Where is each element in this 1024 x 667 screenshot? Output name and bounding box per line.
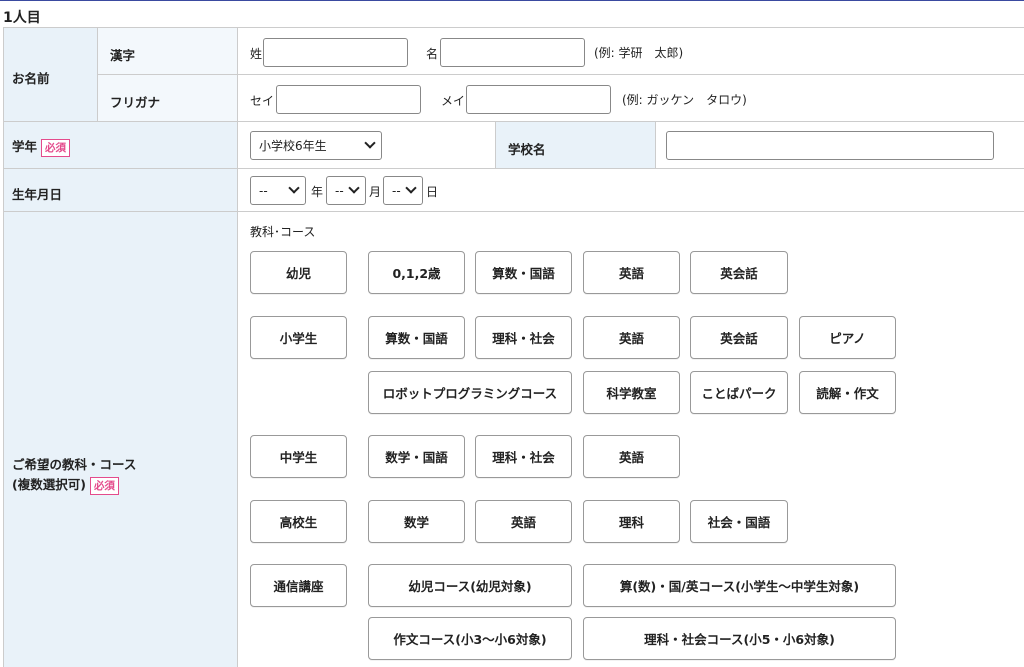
sei-kana-label: セイ	[250, 94, 275, 108]
mei-kana-input[interactable]	[466, 85, 611, 114]
birth-year-select[interactable]: --	[250, 176, 306, 205]
course-button[interactable]: ことばパーク	[690, 371, 788, 414]
course-button[interactable]: 英会話	[690, 251, 788, 294]
course-button[interactable]: 作文コース(小3～小6対象)	[368, 617, 572, 660]
grade-select[interactable]: 小学校6年生	[250, 131, 382, 160]
courses-label: ご希望の教科・コース	[12, 457, 137, 472]
mei-input[interactable]	[440, 38, 585, 67]
grade-selected-value: 小学校6年生	[259, 139, 327, 153]
courses-caption: 教科･コース	[250, 225, 316, 239]
name-label-cell: お名前	[4, 28, 98, 122]
course-button[interactable]: 社会・国語	[690, 500, 788, 543]
course-button[interactable]: 算数・国語	[475, 251, 572, 294]
courses-sublabel: (複数選択可)	[12, 477, 86, 492]
section-title: 1人目	[3, 10, 41, 26]
group-button-high-school[interactable]: 高校生	[250, 500, 347, 543]
course-button[interactable]: 英会話	[690, 316, 788, 359]
group-button-kindergarten[interactable]: 幼児	[250, 251, 347, 294]
birth-day-select[interactable]: --	[383, 176, 423, 205]
grade-required-badge: 必須	[41, 138, 71, 157]
birth-year-value: --	[259, 183, 268, 198]
school-value-cell	[656, 122, 1024, 169]
birth-month-value: --	[335, 183, 344, 198]
group-button-elementary[interactable]: 小学生	[250, 316, 347, 359]
furigana-label-cell: フリガナ	[98, 75, 238, 122]
grade-label-wrap: 学年 必須	[12, 136, 71, 157]
mei-kana-label: メイ	[441, 94, 466, 108]
course-button[interactable]: 算(数)・国/英コース(小学生～中学生対象)	[583, 564, 896, 607]
grade-label: 学年	[12, 139, 38, 154]
course-button[interactable]: 理科・社会	[475, 316, 572, 359]
courses-required-badge: 必須	[89, 476, 119, 495]
courses-value-cell: 教科･コース 幼児 0,1,2歳 算数・国語 英語 英会話 小学生 算数・国語 …	[238, 212, 1024, 667]
course-button[interactable]: 科学教室	[583, 371, 680, 414]
kana-example: (例: ガッケン タロウ)	[622, 93, 747, 107]
courses-label-cell: ご希望の教科・コース (複数選択可) 必須	[4, 212, 238, 667]
chevron-down-icon	[288, 182, 300, 194]
birth-label-cell: 生年月日	[4, 169, 238, 212]
name-label: お名前	[12, 71, 50, 86]
sei-kana-input[interactable]	[276, 85, 421, 114]
course-button[interactable]: 読解・作文	[799, 371, 896, 414]
school-label: 学校名	[508, 142, 546, 157]
course-button[interactable]: 英語	[583, 435, 680, 478]
birth-value-cell: -- 年 -- 月 -- 日	[238, 169, 1024, 212]
course-button[interactable]: 0,1,2歳	[368, 251, 465, 294]
mei-label: 名	[426, 47, 439, 61]
course-button[interactable]: 幼児コース(幼児対象)	[368, 564, 572, 607]
furigana-label: フリガナ	[110, 95, 161, 110]
course-button[interactable]: 数学	[368, 500, 465, 543]
school-input[interactable]	[666, 131, 994, 160]
course-button[interactable]: 英語	[583, 316, 680, 359]
chevron-down-icon	[348, 182, 360, 194]
birth-day-value: --	[392, 183, 401, 198]
month-unit: 月	[369, 185, 382, 199]
kanji-example: (例: 学研 太郎)	[594, 46, 684, 60]
chevron-down-icon	[405, 182, 417, 194]
furigana-value-cell: セイ メイ (例: ガッケン タロウ)	[238, 75, 1024, 122]
course-button[interactable]: 数学・国語	[368, 435, 465, 478]
grade-value-cell: 小学校6年生	[238, 122, 496, 169]
birth-month-select[interactable]: --	[326, 176, 366, 205]
course-button[interactable]: 算数・国語	[368, 316, 465, 359]
course-button[interactable]: ロボットプログラミングコース	[368, 371, 572, 414]
school-label-cell: 学校名	[496, 122, 656, 169]
group-button-correspondence[interactable]: 通信講座	[250, 564, 347, 607]
course-button[interactable]: 理科・社会コース(小5・小6対象)	[583, 617, 896, 660]
courses-sublabel-wrap: (複数選択可) 必須	[12, 474, 119, 495]
day-unit: 日	[426, 185, 439, 199]
application-form: お名前 漢字 姓 名 (例: 学研 太郎) フリガナ セイ メイ (例: ガッケ…	[3, 27, 1024, 667]
kanji-value-cell: 姓 名 (例: 学研 太郎)	[238, 28, 1024, 75]
sei-input[interactable]	[263, 38, 408, 67]
group-button-junior-high[interactable]: 中学生	[250, 435, 347, 478]
course-button[interactable]: 英語	[583, 251, 680, 294]
sei-label: 姓	[250, 47, 263, 61]
kanji-label-cell: 漢字	[98, 28, 238, 75]
course-button[interactable]: 理科	[583, 500, 680, 543]
year-unit: 年	[311, 185, 324, 199]
birth-label: 生年月日	[12, 187, 63, 202]
course-button[interactable]: 理科・社会	[475, 435, 572, 478]
top-divider	[0, 0, 1024, 1]
course-button[interactable]: ピアノ	[799, 316, 896, 359]
chevron-down-icon	[364, 137, 376, 149]
course-button[interactable]: 英語	[475, 500, 572, 543]
kanji-label: 漢字	[110, 48, 136, 63]
grade-label-cell: 学年 必須	[4, 122, 238, 169]
